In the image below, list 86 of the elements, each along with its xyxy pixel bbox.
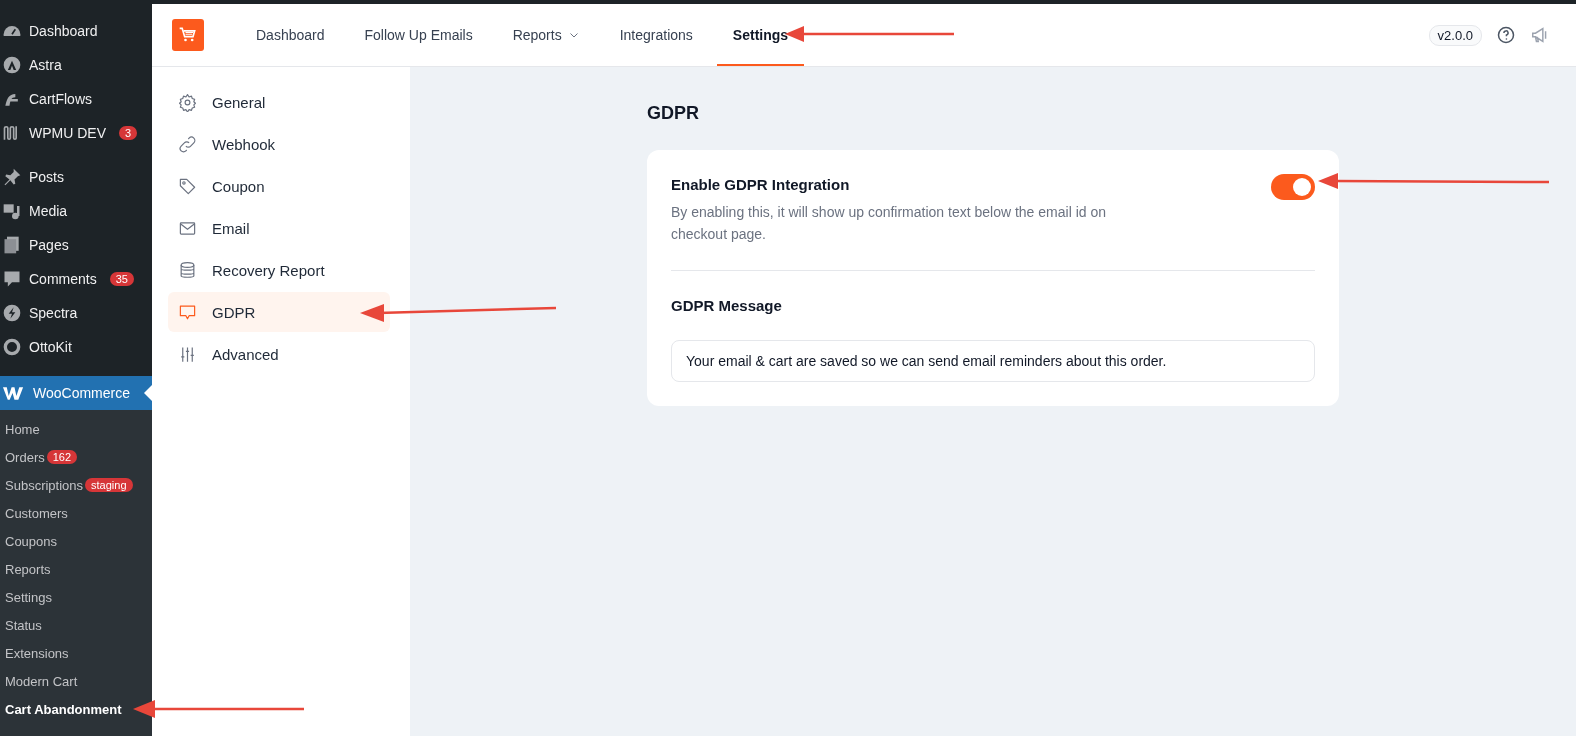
pushpin-icon	[2, 167, 22, 187]
submenu-item[interactable]: Customers	[0, 499, 68, 527]
menu-label: Posts	[29, 169, 64, 185]
woo-logo-icon	[2, 385, 26, 401]
submenu-item[interactable]: Extensions	[0, 639, 69, 667]
settings-nav-item[interactable]: Coupon	[168, 166, 390, 206]
menu-label: Orders	[5, 449, 45, 465]
count-badge: staging	[85, 478, 133, 492]
menu-item[interactable]: Posts	[0, 160, 152, 194]
help-icon[interactable]	[1496, 25, 1516, 45]
menu-item[interactable]: Comments 35	[0, 262, 152, 296]
speech-bubble-icon	[2, 269, 22, 289]
settings-icon	[178, 92, 197, 112]
menu-item[interactable]: Pages	[0, 228, 152, 262]
count-badge: 162	[46, 450, 78, 464]
cart-logo[interactable]	[172, 19, 204, 51]
submenu-item[interactable]: Orders 162	[0, 443, 78, 471]
message-input-field[interactable]: Your email & cart are saved so we can send email reminders about this order.	[671, 340, 1315, 382]
menu-label: Dashboard	[29, 23, 98, 39]
submenu-item[interactable]: Coupons	[0, 527, 58, 555]
ring-logo-icon	[2, 337, 22, 357]
settings-nav-item[interactable]: GDPR	[168, 292, 390, 332]
nav-tab[interactable]: Integrations	[603, 6, 709, 66]
menu-label: Subscriptions	[5, 477, 84, 493]
menu-label: Cart Abandonment	[5, 701, 122, 717]
nav-label: Advanced	[212, 345, 279, 363]
toggle-switch[interactable]	[1271, 174, 1315, 200]
version-badge: v2.0.0	[1428, 24, 1482, 46]
menu-label: CartFlows	[29, 91, 92, 107]
submenu-item[interactable]: Status	[0, 611, 42, 639]
settings-nav-item[interactable]: Advanced	[168, 334, 390, 374]
count-badge: 3	[119, 126, 138, 140]
nav-label: GDPR	[212, 303, 256, 321]
menu-label: Coupons	[5, 533, 58, 549]
nav-label: Webhook	[212, 135, 276, 153]
menu-item-current[interactable]: WooCommerce	[0, 376, 152, 410]
setting-label: Enable GDPR Integration	[671, 176, 851, 193]
menu-item[interactable]: Dashboard	[0, 14, 152, 48]
nav-label: Email	[212, 219, 250, 237]
nav-label: General	[212, 93, 266, 111]
setting-label: GDPR Message	[671, 297, 783, 314]
submenu-item[interactable]: Subscriptions staging	[0, 471, 133, 499]
count-badge: 35	[109, 272, 134, 286]
menu-item[interactable]: Media	[0, 194, 152, 228]
menu-label: Settings	[5, 589, 52, 605]
settings-nav-item[interactable]: Email	[168, 208, 390, 248]
menu-item[interactable]: CartFlows	[0, 82, 152, 116]
menu-label: WooCommerce	[33, 385, 130, 401]
media-icon	[2, 201, 22, 221]
link-icon	[178, 134, 197, 154]
submenu-item[interactable]: Cart Abandonment	[0, 695, 122, 723]
menu-label: OttoKit	[29, 339, 72, 355]
section-title: GDPR	[647, 103, 700, 124]
nav-label: Recovery Report	[212, 261, 325, 279]
nav-label: Coupon	[212, 177, 265, 195]
pages-icon	[2, 235, 22, 255]
menu-item[interactable]: Astra	[0, 48, 152, 82]
nav-tab[interactable]: Follow Up Emails	[348, 6, 489, 66]
menu-label: Astra	[29, 57, 62, 73]
setting-description: By enabling this, it will show up confirmation text below the email id on checkout page.	[671, 203, 1107, 244]
submenu-item[interactable]: Settings	[0, 583, 52, 611]
menu-label: WPMU DEV	[29, 125, 106, 141]
menu-label: Comments	[29, 271, 97, 287]
database-icon	[178, 260, 197, 280]
submenu-item[interactable]: Home	[0, 415, 40, 443]
menu-item[interactable]: WPMU DEV 3	[0, 116, 152, 150]
menu-label: Pages	[29, 237, 69, 253]
menu-item[interactable]: Spectra	[0, 296, 152, 330]
sliders-icon	[178, 344, 197, 364]
menu-label: Media	[29, 203, 68, 219]
settings-nav-item[interactable]: Webhook	[168, 124, 390, 164]
menu-item[interactable]: OttoKit	[0, 330, 152, 364]
menu-label: Reports	[5, 561, 51, 577]
submenu-item[interactable]: Modern Cart	[0, 667, 78, 695]
tag-icon	[178, 176, 197, 196]
submenu-item[interactable]: Reports	[0, 555, 51, 583]
menu-label: Customers	[5, 505, 68, 521]
nav-tab[interactable]: Dashboard	[240, 6, 341, 66]
settings-nav-item[interactable]: General	[168, 82, 390, 122]
nav-tab[interactable]: Reports	[496, 6, 596, 66]
menu-label: Extensions	[5, 645, 69, 661]
settings-nav-item[interactable]: Recovery Report	[168, 250, 390, 290]
menu-label: Modern Cart	[5, 673, 78, 689]
menu-label: Spectra	[29, 305, 78, 321]
menu-label: Home	[5, 421, 40, 437]
menu-label: Status	[5, 617, 42, 633]
